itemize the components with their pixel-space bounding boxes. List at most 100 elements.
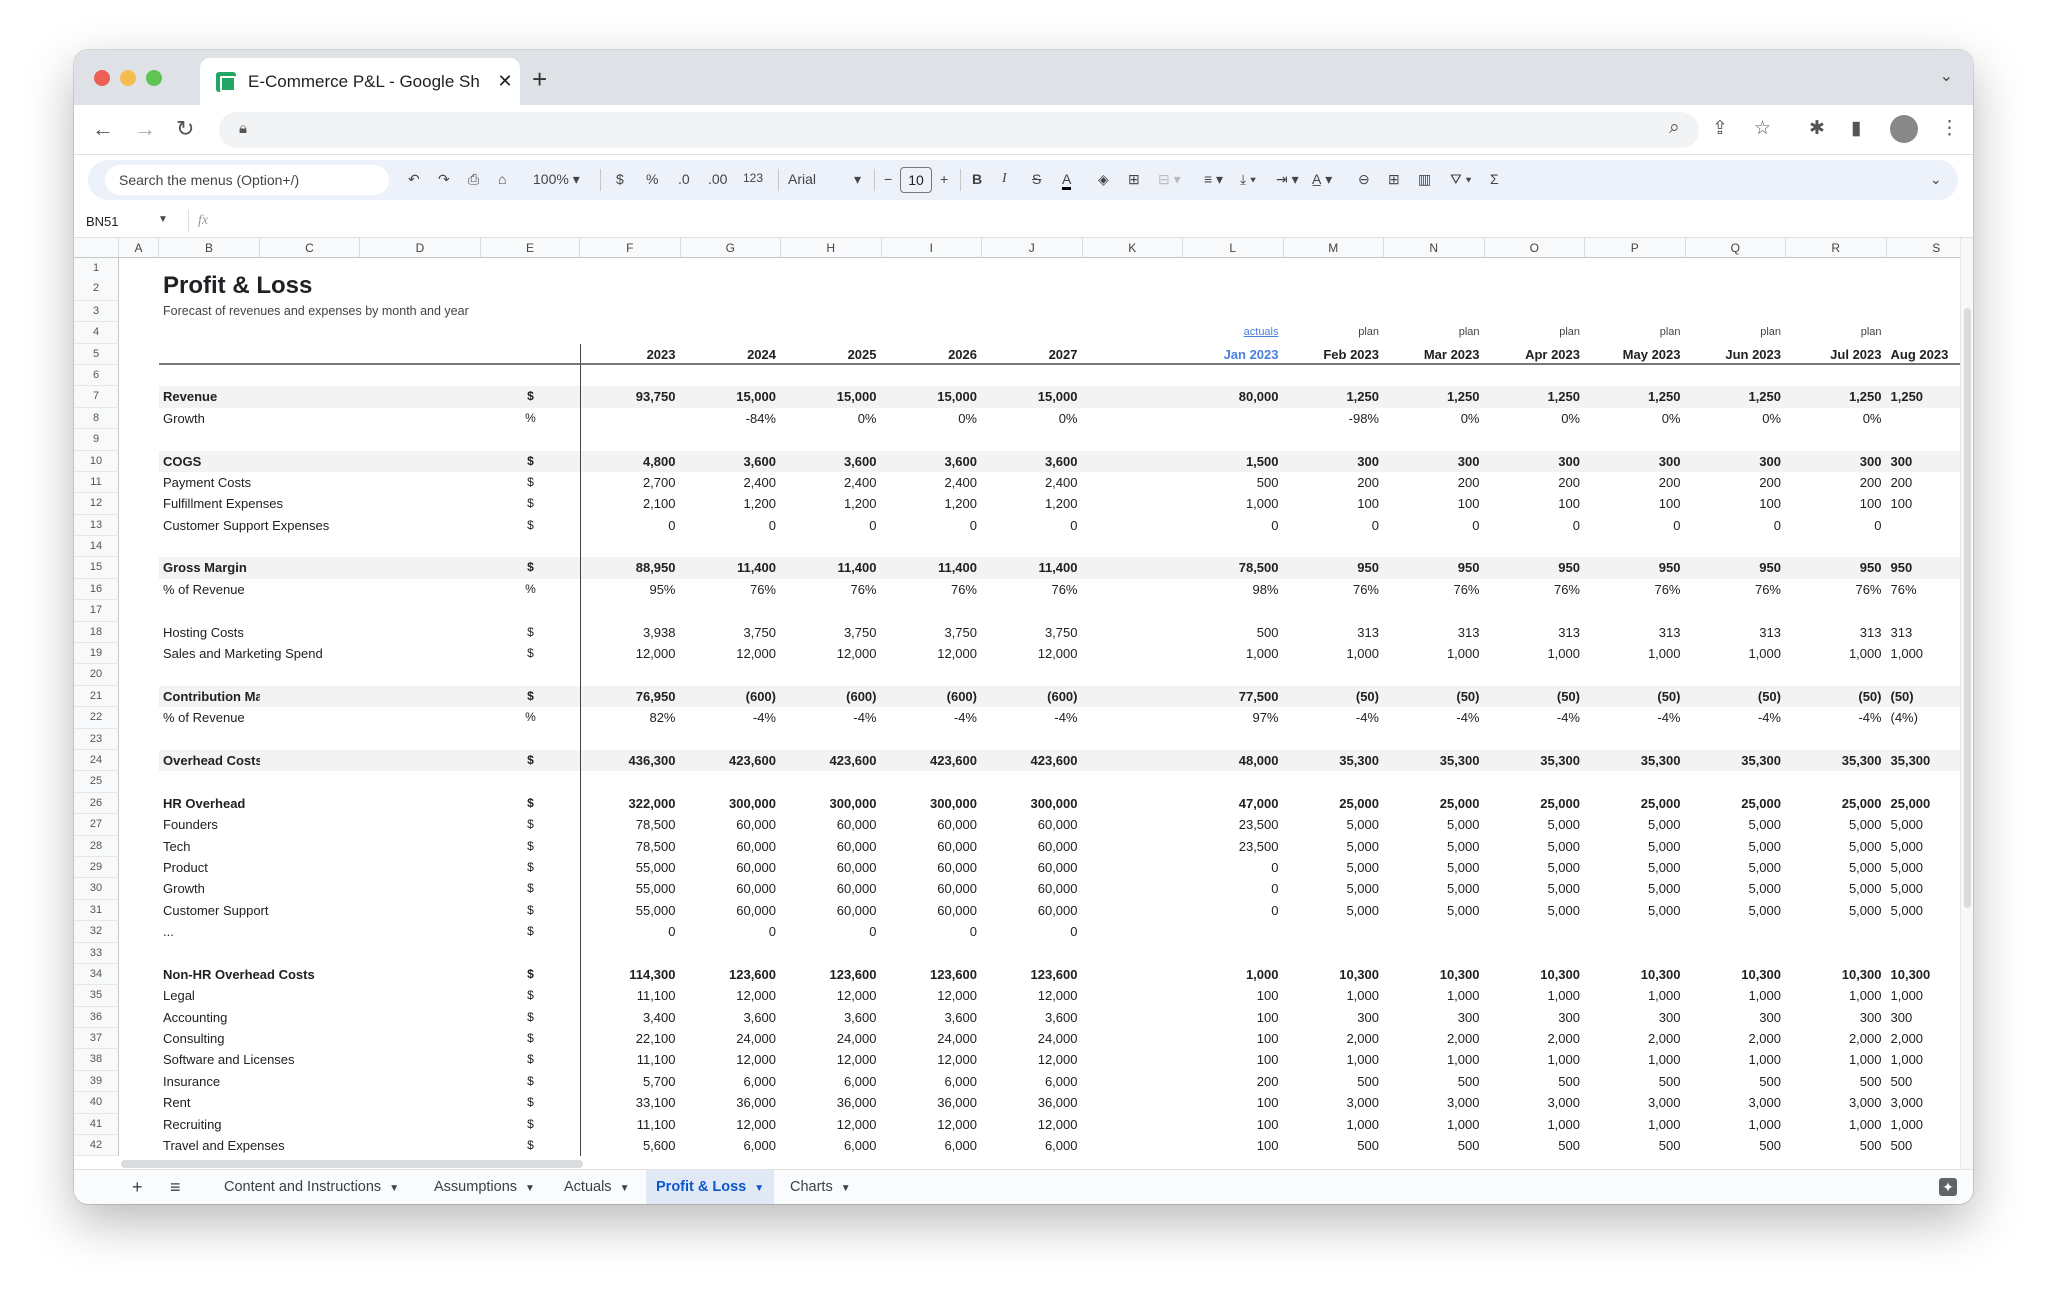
month-value[interactable]: 5,000 bbox=[1887, 814, 1961, 835]
year-value[interactable]: 12,000 bbox=[882, 1049, 983, 1070]
cell-N20[interactable] bbox=[1384, 664, 1485, 685]
month-value[interactable]: 2,000 bbox=[1585, 1028, 1686, 1049]
line-item-label[interactable]: Fulfillment Expenses bbox=[159, 493, 283, 514]
cell-G23[interactable] bbox=[681, 729, 782, 750]
cell-C25[interactable] bbox=[260, 771, 360, 792]
cell-O9[interactable] bbox=[1485, 429, 1586, 450]
year-value[interactable]: 6,000 bbox=[982, 1071, 1083, 1092]
month-value[interactable]: -4% bbox=[1284, 707, 1385, 728]
cell-B17[interactable] bbox=[159, 600, 260, 621]
cell-A20[interactable] bbox=[119, 664, 159, 685]
month-value[interactable]: 500 bbox=[1183, 472, 1284, 493]
month-value[interactable]: (50) bbox=[1786, 685, 1887, 708]
cell-J23[interactable] bbox=[982, 729, 1083, 750]
year-value[interactable]: 60,000 bbox=[781, 878, 882, 899]
row-header[interactable]: 8 bbox=[74, 407, 119, 430]
merge-cells-icon[interactable]: ⊟ ▾ bbox=[1158, 171, 1181, 188]
line-item-label[interactable]: % of Revenue bbox=[159, 707, 260, 728]
month-header[interactable]: Jan 2023 bbox=[1183, 344, 1284, 365]
month-value[interactable] bbox=[1786, 921, 1887, 942]
year-value[interactable]: 12,000 bbox=[882, 643, 983, 664]
month-value[interactable]: 1,000 bbox=[1384, 1114, 1485, 1135]
month-value[interactable] bbox=[1686, 921, 1787, 942]
month-value[interactable]: 500 bbox=[1686, 1135, 1787, 1156]
year-value[interactable]: 0 bbox=[781, 921, 882, 942]
year-value[interactable]: 12,000 bbox=[882, 1114, 983, 1135]
cell-C37[interactable] bbox=[260, 1028, 360, 1049]
cell-P9[interactable] bbox=[1585, 429, 1686, 450]
month-value[interactable]: 25,000 bbox=[1585, 793, 1686, 814]
month-value[interactable]: 1,250 bbox=[1384, 386, 1485, 408]
unit-label[interactable]: $ bbox=[481, 685, 580, 708]
month-value[interactable]: -4% bbox=[1686, 707, 1787, 728]
year-value[interactable]: 33,100 bbox=[580, 1092, 681, 1114]
cell-K23[interactable] bbox=[1083, 729, 1184, 750]
year-value[interactable]: 12,000 bbox=[781, 1049, 882, 1070]
line-item-label[interactable]: Insurance bbox=[159, 1071, 260, 1092]
cell-D20[interactable] bbox=[360, 664, 481, 685]
year-value[interactable]: 3,600 bbox=[680, 450, 781, 472]
year-value[interactable]: 6,000 bbox=[882, 1135, 983, 1156]
cell-H3[interactable] bbox=[781, 301, 882, 322]
cell-M20[interactable] bbox=[1284, 664, 1385, 685]
cell-D5[interactable] bbox=[360, 344, 481, 365]
year-value[interactable]: 60,000 bbox=[882, 878, 983, 899]
cell-C31[interactable] bbox=[260, 900, 360, 921]
cell-C30[interactable] bbox=[260, 878, 360, 899]
month-value[interactable]: 100 bbox=[1786, 493, 1887, 514]
row-header[interactable]: 7 bbox=[74, 386, 119, 408]
all-sheets-menu-icon[interactable]: ≡ bbox=[160, 1170, 191, 1204]
sheet-tab[interactable]: Profit & Loss ▼ bbox=[646, 1170, 775, 1204]
row-header[interactable]: 6 bbox=[74, 364, 119, 387]
cell-K20[interactable] bbox=[1083, 664, 1184, 685]
year-value[interactable]: 0 bbox=[781, 515, 882, 536]
month-value[interactable]: 23,500 bbox=[1183, 836, 1284, 857]
print-icon[interactable]: ⎙ bbox=[468, 171, 479, 188]
year-value[interactable]: 6,000 bbox=[982, 1135, 1083, 1156]
column-header-H[interactable]: H bbox=[781, 238, 882, 257]
year-value[interactable]: 3,600 bbox=[881, 450, 982, 472]
cell-H17[interactable] bbox=[781, 600, 882, 621]
month-value[interactable]: 10,300 bbox=[1384, 964, 1485, 985]
month-value[interactable]: 1,000 bbox=[1686, 1049, 1787, 1070]
cell-O20[interactable] bbox=[1485, 664, 1586, 685]
month-value[interactable]: 78,500 bbox=[1183, 557, 1284, 579]
column-header-E[interactable]: E bbox=[481, 238, 580, 257]
year-value[interactable]: (600) bbox=[881, 685, 982, 708]
cell-I14[interactable] bbox=[882, 536, 983, 557]
cell-I4[interactable] bbox=[882, 322, 983, 343]
line-item-label[interactable]: Consulting bbox=[159, 1028, 260, 1049]
cell-C18[interactable] bbox=[260, 622, 360, 643]
month-value[interactable]: 300 bbox=[1786, 450, 1887, 472]
cell-P3[interactable] bbox=[1585, 301, 1686, 322]
line-item-label[interactable]: Rent bbox=[159, 1092, 260, 1113]
cell-M9[interactable] bbox=[1284, 429, 1385, 450]
cell-A35[interactable] bbox=[119, 985, 159, 1006]
year-value[interactable]: 0 bbox=[982, 515, 1083, 536]
cell-K33[interactable] bbox=[1083, 943, 1184, 964]
unit-label[interactable]: $ bbox=[481, 1135, 580, 1156]
cell-H6[interactable] bbox=[781, 365, 882, 386]
cell-K8[interactable] bbox=[1083, 408, 1184, 429]
cell-R14[interactable] bbox=[1786, 536, 1887, 557]
row-header[interactable]: 18 bbox=[74, 621, 119, 644]
cell-B23[interactable] bbox=[159, 729, 260, 750]
row-header[interactable]: 3 bbox=[74, 300, 119, 323]
row-header[interactable]: 1 bbox=[74, 258, 119, 280]
maximize-window-button[interactable] bbox=[146, 70, 162, 86]
cell-E1[interactable] bbox=[481, 258, 580, 279]
month-value[interactable]: 500 bbox=[1585, 1135, 1686, 1156]
month-value[interactable]: 5,000 bbox=[1686, 857, 1787, 878]
cell-S6[interactable] bbox=[1887, 365, 1961, 386]
month-value[interactable]: 313 bbox=[1284, 622, 1385, 643]
cell-L1[interactable] bbox=[1183, 258, 1284, 279]
unit-label[interactable]: $ bbox=[481, 964, 580, 985]
cell-A14[interactable] bbox=[119, 536, 159, 557]
month-value[interactable]: 100 bbox=[1183, 1007, 1284, 1028]
line-item-label[interactable]: Travel and Expenses bbox=[159, 1135, 285, 1156]
month-value[interactable]: 1,250 bbox=[1886, 386, 1960, 408]
cell-C41[interactable] bbox=[260, 1114, 360, 1135]
month-header[interactable]: Apr 2023 bbox=[1484, 344, 1585, 365]
sheet-tab-dropdown-icon[interactable]: ▼ bbox=[389, 1183, 399, 1194]
cell-Q20[interactable] bbox=[1686, 664, 1787, 685]
